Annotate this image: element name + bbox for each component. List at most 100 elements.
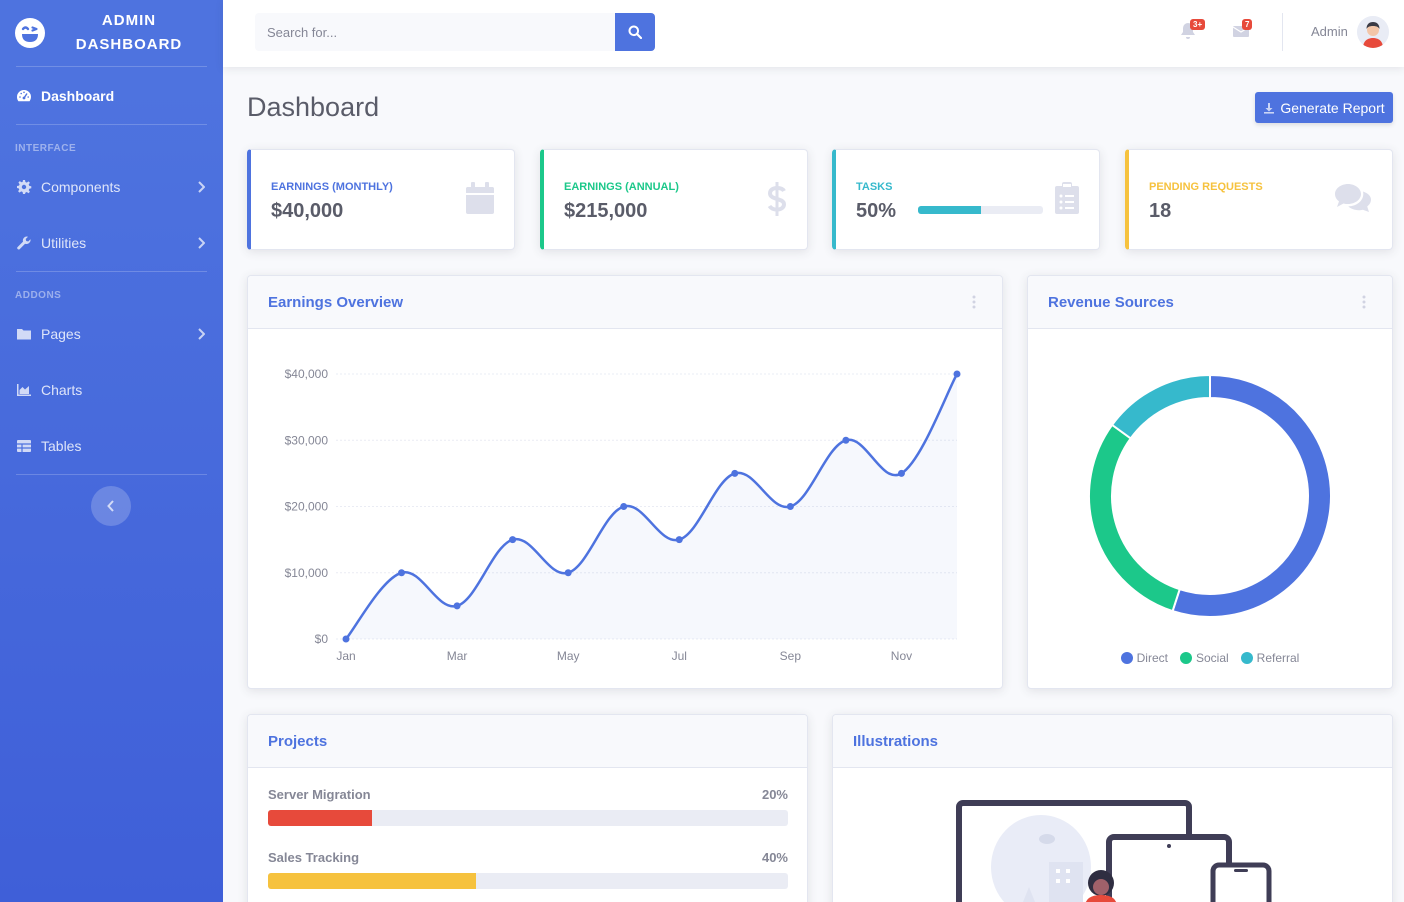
legend-item-social: Social <box>1179 651 1229 665</box>
stat-card-earnings-monthly: EARNINGS (MONTHLY) $40,000 <box>247 149 515 250</box>
data-point <box>453 602 461 610</box>
project-percent: 40% <box>761 850 788 865</box>
sidebar-item-tables[interactable]: Tables <box>0 418 223 474</box>
messages-badge: 7 <box>1242 19 1253 30</box>
sidebar-item-label: Tables <box>41 438 82 454</box>
tasks-progress-bar <box>918 206 1043 214</box>
legend-label: Referral <box>1256 651 1300 665</box>
y-tick-label: $0 <box>315 632 329 646</box>
revenue-donut-chart <box>1088 373 1332 618</box>
data-point <box>953 370 961 378</box>
earnings-overview-card: Earnings Overview $0 $10,000 $20,000 $30,00… <box>247 275 1003 689</box>
stat-caption: EARNINGS (MONTHLY) <box>271 181 393 193</box>
avatar[interactable] <box>1357 16 1389 48</box>
donut-slice-direct <box>1171 373 1332 618</box>
chart-area-icon <box>17 384 31 396</box>
stat-value: 50% <box>856 200 897 222</box>
ellipsis-vertical-icon[interactable] <box>1362 295 1366 309</box>
generate-report-button[interactable]: Generate Report <box>1255 92 1393 123</box>
brand[interactable]: ADMIN DASHBOARD <box>0 0 223 66</box>
stat-card-earnings-annual: EARNINGS (ANNUAL) $215,000 <box>540 149 808 250</box>
card-title: Revenue Sources <box>1048 293 1174 311</box>
project-name: Sales Tracking <box>268 850 360 865</box>
clipboard-icon <box>1055 182 1079 214</box>
brand-line-2: DASHBOARD <box>75 36 183 53</box>
topbar: 3+ 7 Admin <box>223 0 1404 67</box>
comments-icon <box>1335 184 1371 212</box>
sidebar: ADMIN DASHBOARD Dashboard INTERFACE Comp… <box>0 0 223 902</box>
data-point <box>398 569 406 577</box>
ellipsis-vertical-icon[interactable] <box>972 295 976 309</box>
dollar-icon <box>767 182 787 216</box>
data-point <box>509 536 517 544</box>
user-avatar-icon <box>1357 16 1389 48</box>
x-tick-label: Jan <box>336 649 355 663</box>
x-tick-label: Nov <box>891 649 912 663</box>
stat-value: $215,000 <box>564 200 648 222</box>
sidebar-item-utilities[interactable]: Utilities <box>0 215 223 271</box>
legend-swatch <box>1240 652 1253 664</box>
search-group <box>255 13 655 51</box>
folder-icon <box>17 329 31 340</box>
sidebar-item-dashboard[interactable]: Dashboard <box>0 67 223 124</box>
sidebar-toggle-button[interactable] <box>91 486 131 526</box>
search-icon <box>628 25 642 39</box>
revenue-sources-card: Revenue Sources Direct Social Referral <box>1027 275 1393 689</box>
sidebar-item-components[interactable]: Components <box>0 159 223 215</box>
sidebar-item-label: Charts <box>41 382 83 398</box>
stat-card-pending-requests: PENDING REQUESTS 18 <box>1125 149 1393 250</box>
devices-illustration <box>956 800 1272 902</box>
data-point <box>786 503 794 510</box>
donut-slice-referral <box>1110 373 1211 440</box>
legend-item-direct: Direct <box>1120 651 1168 665</box>
x-tick-label: Jul <box>672 649 687 663</box>
user-name[interactable]: Admin <box>1311 24 1348 39</box>
legend-item-referral: Referral <box>1240 651 1300 665</box>
project-progress-fill <box>268 873 476 889</box>
y-tick-label: $20,000 <box>285 500 329 514</box>
search-input[interactable] <box>255 13 615 51</box>
data-point <box>620 503 628 510</box>
alerts-button[interactable]: 3+ <box>1180 19 1206 44</box>
topbar-divider <box>1282 13 1283 51</box>
project-row: Sales Tracking 40% <box>268 850 788 889</box>
illustrations-card: Illustrations <box>832 714 1393 902</box>
y-tick-label: $40,000 <box>285 367 329 381</box>
sidebar-item-label: Dashboard <box>41 87 115 104</box>
sidebar-item-charts[interactable]: Charts <box>0 362 223 418</box>
brand-line-1: ADMIN <box>101 12 157 29</box>
card-title: Illustrations <box>853 732 939 750</box>
stat-caption: PENDING REQUESTS <box>1149 181 1263 193</box>
sidebar-item-pages[interactable]: Pages <box>0 306 223 362</box>
legend-swatch <box>1179 652 1192 664</box>
card-title: Earnings Overview <box>268 293 404 311</box>
stat-caption: EARNINGS (ANNUAL) <box>564 181 679 193</box>
y-tick-label: $10,000 <box>285 566 329 580</box>
x-tick-label: Mar <box>447 649 468 663</box>
alerts-badge: 3+ <box>1190 19 1206 30</box>
page-title: Dashboard <box>247 92 380 122</box>
generate-report-label: Generate Report <box>1280 99 1385 116</box>
projects-card: Projects Server Migration 20% Sales Trac… <box>247 714 808 902</box>
tachometer-icon <box>17 89 31 101</box>
messages-button[interactable]: 7 <box>1232 19 1254 44</box>
sidebar-divider <box>16 474 207 475</box>
project-name: Server Migration <box>268 787 371 802</box>
stat-value: $40,000 <box>271 200 344 222</box>
y-tick-label: $30,000 <box>285 433 329 447</box>
table-icon <box>17 440 31 452</box>
search-button[interactable] <box>615 13 655 51</box>
project-row: Server Migration 20% <box>268 787 788 826</box>
project-progress-bar <box>268 873 788 889</box>
legend-swatch <box>1120 652 1133 664</box>
data-point <box>731 469 739 477</box>
wrench-icon <box>17 236 31 250</box>
data-point <box>675 536 683 544</box>
chevron-right-icon <box>198 328 205 340</box>
sidebar-item-label: Utilities <box>41 235 87 251</box>
data-point <box>842 436 850 444</box>
sidebar-item-label: Components <box>41 179 121 195</box>
project-progress-bar <box>268 810 788 826</box>
chart-legend: Direct Social Referral <box>1028 651 1392 665</box>
legend-label: Social <box>1195 651 1229 665</box>
